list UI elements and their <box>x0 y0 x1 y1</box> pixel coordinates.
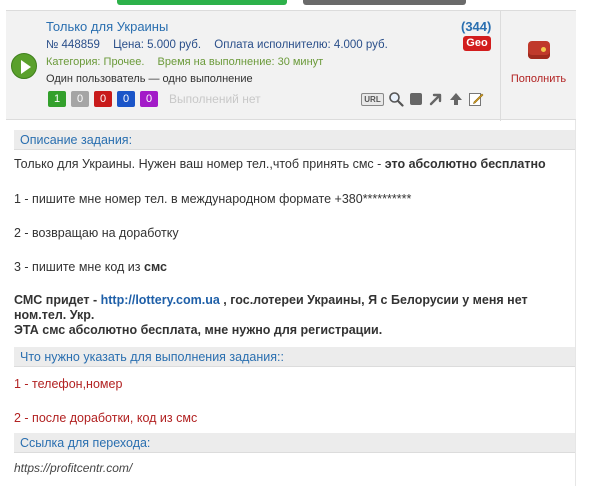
counter-gray: 0 <box>71 91 89 107</box>
top-bar <box>0 0 592 10</box>
description-line1-emphasis: это абсолютно бесплатно <box>384 157 546 171</box>
geo-badge: Geo <box>463 36 491 51</box>
task-meta-line: Категория: Прочее. Время на выполнение: … <box>46 56 333 68</box>
counters: 1 0 0 0 0 Выполнений нет <box>48 91 261 107</box>
task-price: Цена: 5.000 руб. <box>113 39 202 51</box>
description-step1: 1 - пишите мне номер тел. в международно… <box>14 192 412 206</box>
sms-note-line1: СМС придет - http://lottery.com.ua , гос… <box>14 293 528 308</box>
description-line1: Только для Украины. Нужен ваш номер тел.… <box>14 157 546 171</box>
description-step3-emphasis: смс <box>144 260 167 274</box>
sms-note: СМС придет - http://lottery.com.ua , гос… <box>14 293 528 338</box>
right-border <box>575 120 576 486</box>
task-info-line: № 448859 Цена: 5.000 руб. Оплата исполни… <box>46 39 398 51</box>
no-executions-label: Выполнений нет <box>169 92 261 106</box>
task-exec-time: Время на выполнение: 30 минут <box>157 56 324 68</box>
wallet-icon <box>527 41 550 59</box>
counter-green: 1 <box>48 91 66 107</box>
sms-prefix: СМС придет - <box>14 293 101 307</box>
sms-suffix: , гос.лотереи Украины, Я с Белорусии у м… <box>219 293 528 307</box>
task-rule: Один пользователь — одно выполнение <box>46 73 253 85</box>
magnifier-icon[interactable] <box>388 91 404 107</box>
counter-red: 0 <box>94 91 112 107</box>
lottery-link[interactable]: http://lottery.com.ua <box>101 293 220 307</box>
counter-blue: 0 <box>117 91 135 107</box>
target-url[interactable]: https://profitcentr.com/ <box>14 461 132 475</box>
top-green-button[interactable] <box>117 0 287 5</box>
description-step3: 3 - пишите мне код из смс <box>14 260 167 274</box>
requirement-item-2: 2 - после доработки, код из смс <box>14 411 198 425</box>
task-card: Только для Украины (344) Geo № 448859 Це… <box>6 10 576 121</box>
up-arrow-icon[interactable] <box>448 91 464 107</box>
topup-button[interactable]: Пополнить <box>501 41 576 85</box>
url-icon[interactable]: URL <box>361 92 384 106</box>
top-gray-button[interactable] <box>303 0 466 5</box>
play-icon[interactable] <box>11 53 37 79</box>
description-step3-text: 3 - пишите мне код из <box>14 260 144 274</box>
task-number: № 448859 <box>46 39 100 51</box>
description-line1-text: Только для Украины. Нужен ваш номер тел.… <box>14 157 385 171</box>
task-payout: Оплата исполнителю: 4.000 руб. <box>214 39 388 51</box>
stop-icon[interactable] <box>408 91 424 107</box>
task-count[interactable]: (344) <box>461 19 491 34</box>
description-header: Описание задания: <box>14 130 575 150</box>
topup-label: Пополнить <box>510 73 567 85</box>
task-tools: URL <box>361 91 484 107</box>
link-section-header: Ссылка для перехода: <box>14 433 575 453</box>
task-title[interactable]: Только для Украины <box>46 19 168 34</box>
task-category: Категория: Прочее. <box>46 56 145 68</box>
sms-note-line2: ном.тел. Укр. <box>14 308 95 322</box>
counter-purple: 0 <box>140 91 158 107</box>
requirement-item-1: 1 - телефон,номер <box>14 377 123 391</box>
sms-note-line3: ЭТА смс абсолютно бесплата, мне нужно дл… <box>14 323 383 337</box>
forward-arrow-icon[interactable] <box>428 91 444 107</box>
requirements-header: Что нужно указать для выполнения задания… <box>14 347 575 367</box>
edit-icon[interactable] <box>468 91 484 107</box>
description-step2: 2 - возвращаю на доработку <box>14 226 179 240</box>
